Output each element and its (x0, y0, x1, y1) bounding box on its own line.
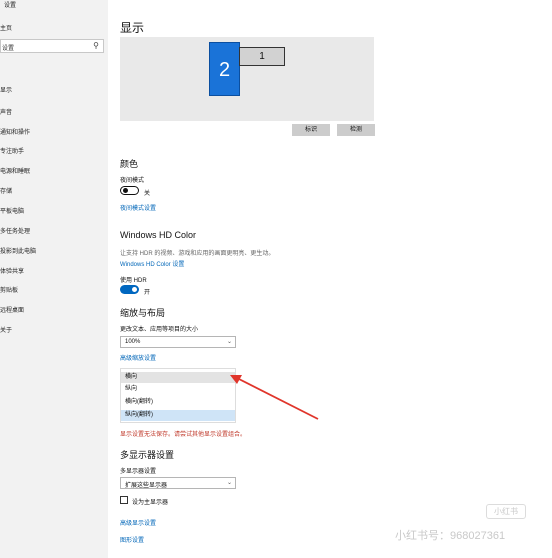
sidebar-item-about[interactable]: 关于 (0, 325, 12, 334)
use-hdr-toggle[interactable] (120, 285, 139, 294)
orientation-option-landscape-flipped[interactable]: 横向(翻转) (121, 397, 235, 408)
error-message: 显示设置无法保存。请尝试其他显示设置组合。 (120, 432, 247, 438)
sidebar-item-multitasking[interactable]: 多任务处理 (0, 226, 30, 235)
night-light-toggle[interactable] (120, 186, 139, 195)
sidebar-item-tablet[interactable]: 平板电脑 (0, 206, 24, 215)
multi-display-label: 多显示器设置 (120, 469, 157, 475)
sidebar-item-clipboard[interactable]: 剪贴板 (0, 285, 18, 294)
color-heading: 颜色 (120, 159, 139, 169)
night-light-settings-link[interactable]: 夜间模式设置 (120, 203, 156, 212)
search-input[interactable]: 设置 ⚲ (0, 39, 104, 53)
hdr-settings-link[interactable]: Windows HD Color 设置 (120, 259, 184, 268)
monitor-1[interactable]: 1 (239, 47, 285, 66)
identify-button[interactable]: 标识 (292, 124, 330, 136)
hdr-heading: Windows HD Color (120, 230, 197, 240)
orientation-dropdown[interactable]: 横向 纵向 横向(翻转) 纵向(翻转) (120, 368, 236, 423)
sidebar: 设置 主页 设置 ⚲ 显示 声音 通知和操作 专注助手 电源和睡眠 存储 平板电… (0, 0, 108, 558)
chevron-down-icon: ⌄ (226, 480, 232, 486)
main-panel: 显示 2 1 标识 检测 颜色 夜间模式 关 夜间模式设置 Windows HD… (108, 0, 552, 558)
multi-display-value: 扩展这些显示器 (125, 483, 168, 489)
make-main-display-label: 设为主显示器 (132, 500, 169, 506)
sidebar-item-power-sleep[interactable]: 电源和睡眠 (0, 166, 30, 175)
arrow-shaft (234, 376, 319, 420)
night-light-label: 夜间模式 (120, 178, 145, 184)
page-title: 显示 (120, 21, 145, 35)
chevron-down-icon: ⌄ (226, 339, 232, 345)
scale-value: 100% (125, 339, 141, 345)
toggle-knob (123, 188, 128, 193)
sidebar-item-shared-experiences[interactable]: 体验共享 (0, 266, 24, 275)
sidebar-item-remote-desktop[interactable]: 远程桌面 (0, 305, 24, 314)
sidebar-item-display[interactable]: 显示 (0, 85, 12, 94)
orientation-option-portrait-flipped[interactable]: 纵向(翻转) (121, 410, 235, 421)
hdr-description: 让支持 HDR 的视频、游戏和应用的画面更明亮、更生动。 (120, 251, 275, 257)
orientation-option-landscape[interactable]: 横向 (121, 372, 235, 383)
use-hdr-state: 开 (144, 290, 151, 296)
sidebar-home[interactable]: 主页 (0, 23, 12, 32)
graphics-settings-link[interactable]: 图形设置 (120, 535, 144, 544)
multi-display-select[interactable]: 扩展这些显示器 ⌄ (120, 477, 236, 489)
watermark-badge: 小红书 (486, 504, 526, 519)
sidebar-item-storage[interactable]: 存储 (0, 186, 12, 195)
sidebar-item-sound[interactable]: 声音 (0, 107, 12, 116)
night-light-state: 关 (144, 191, 151, 197)
window-title: 设置 (4, 3, 17, 9)
scale-select[interactable]: 100% ⌄ (120, 336, 236, 348)
use-hdr-label: 使用 HDR (120, 278, 147, 284)
sidebar-item-focus-assist[interactable]: 专注助手 (0, 146, 24, 155)
monitor-2[interactable]: 2 (209, 42, 240, 96)
search-icon: ⚲ (93, 41, 99, 50)
scale-heading: 缩放与布局 (120, 308, 166, 318)
multi-display-heading: 多显示器设置 (120, 450, 175, 460)
detect-button[interactable]: 检测 (337, 124, 375, 136)
search-placeholder: 设置 (2, 46, 15, 52)
orientation-option-portrait[interactable]: 纵向 (121, 384, 235, 395)
advanced-display-link[interactable]: 高级显示设置 (120, 518, 156, 527)
sidebar-item-projecting[interactable]: 投影到此电脑 (0, 246, 36, 255)
make-main-display-checkbox[interactable] (120, 496, 128, 504)
text-size-label: 更改文本、应用等项目的大小 (120, 327, 199, 333)
toggle-knob (132, 287, 137, 292)
sidebar-item-notifications[interactable]: 通知和操作 (0, 127, 30, 136)
advanced-scaling-link[interactable]: 高级缩放设置 (120, 353, 156, 362)
watermark-text: 小红书号：968027361 (395, 530, 506, 542)
